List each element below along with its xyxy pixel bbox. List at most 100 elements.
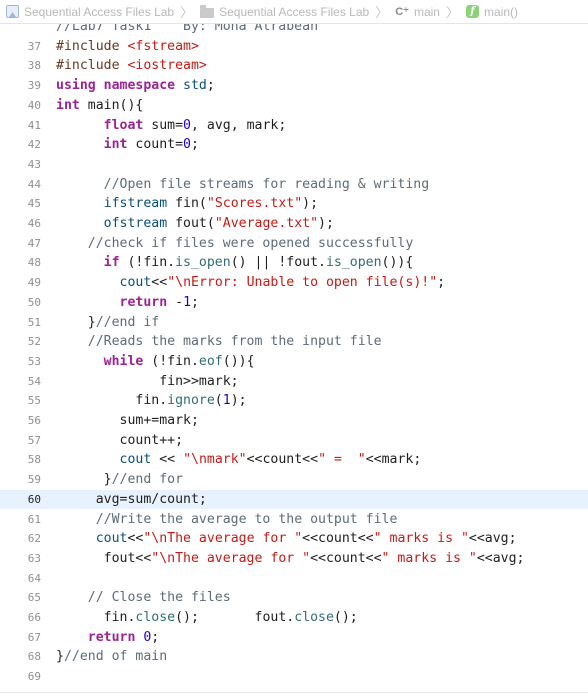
- code-line[interactable]: 47 //check if files were opened successf…: [0, 234, 588, 254]
- code-token: fin.: [56, 610, 136, 625]
- code-line[interactable]: 66 fin.close(); fout.close();: [0, 608, 588, 628]
- code-token: "Average.txt": [214, 216, 319, 231]
- breadcrumb-item-function[interactable]: f main(): [466, 5, 518, 19]
- code-line[interactable]: 39 using namespace std;: [0, 76, 588, 96]
- line-number: 65: [27, 591, 41, 605]
- code-token: using namespace: [56, 78, 184, 94]
- code-line[interactable]: 42 int count=0;: [0, 135, 588, 155]
- code-line[interactable]: 46 ofstream fout("Average.txt");: [0, 214, 588, 234]
- code-token: //end if: [95, 314, 160, 330]
- code-token: // Close the files: [87, 590, 231, 606]
- breadcrumb-item-project[interactable]: Sequential Access Files Lab: [6, 5, 174, 19]
- code-line[interactable]: 50 return -1;: [0, 293, 588, 313]
- code-line[interactable]: 64: [0, 569, 588, 589]
- line-number: 68: [27, 650, 41, 664]
- breadcrumb-item-file[interactable]: C⁺ main: [395, 5, 440, 19]
- code-token: cout: [119, 275, 152, 291]
- code-token: 0: [183, 117, 191, 133]
- code-line[interactable]: 61 //Write the average to the output fil…: [0, 510, 588, 530]
- chevron-right-icon: 〉: [375, 5, 389, 20]
- code-line[interactable]: 68}//end of main: [0, 647, 588, 667]
- code-line[interactable]: 43: [0, 155, 588, 175]
- code-token: ;: [191, 137, 199, 153]
- line-number: 62: [27, 532, 41, 546]
- code-line[interactable]: 53 while (!fin.eof()){: [0, 352, 588, 372]
- code-token: std: [183, 78, 207, 94]
- code-token: <<: [127, 531, 144, 547]
- code-text: cout<<"\nThe average for "<<count<<" mar…: [56, 529, 517, 549]
- code-token: , avg, mark;: [191, 117, 287, 133]
- code-token: <<count<<: [302, 531, 374, 547]
- code-token: return: [87, 629, 144, 645]
- code-line[interactable]: 67 return 0;: [0, 628, 588, 648]
- code-line[interactable]: 49 cout<<"\nError: Unable to open file(s…: [0, 273, 588, 293]
- code-line[interactable]: 59 }//end for: [0, 470, 588, 490]
- code-token: close: [294, 610, 334, 625]
- code-token: while: [103, 353, 152, 369]
- code-token: //Reads the marks from the input file: [87, 334, 382, 350]
- code-line[interactable]: 37 #include <fstream>: [0, 37, 588, 57]
- code-text: sum+=mark;: [56, 411, 199, 431]
- line-number: 55: [27, 394, 41, 408]
- code-line[interactable]: 65 // Close the files: [0, 588, 588, 608]
- line-number: 40: [27, 98, 41, 112]
- code-line[interactable]: 40 int main(){: [0, 96, 588, 116]
- code-text: // Close the files: [56, 588, 231, 608]
- line-number: 39: [27, 79, 41, 93]
- code-line[interactable]: 55 fin.ignore(1);: [0, 391, 588, 411]
- code-token: sum+=mark;: [56, 413, 199, 428]
- code-line[interactable]: 44 //Open file streams for reading & wri…: [0, 175, 588, 195]
- code-line[interactable]: 62 cout<<"\nThe average for "<<count<<" …: [0, 529, 588, 549]
- line-number: 56: [27, 414, 41, 427]
- code-token: fout(: [175, 216, 215, 231]
- code-token: return: [119, 294, 176, 310]
- code-line[interactable]: 52 //Reads the marks from the input file: [0, 332, 588, 352]
- code-token: 1: [183, 294, 192, 310]
- code-token: " marks is ": [381, 550, 477, 566]
- code-token: " = ": [318, 452, 366, 468]
- code-line[interactable]: 41 float sum=0, avg, mark;: [0, 116, 588, 136]
- code-text: ofstream fout("Average.txt");: [56, 214, 334, 234]
- code-line[interactable]: 56 sum+=mark;: [0, 411, 588, 431]
- code-token: sum=: [151, 117, 184, 133]
- breadcrumb-label: main: [413, 4, 440, 19]
- code-editor[interactable]: //Lab7 Task1 By: Mona Alrabeah 37 #include…: [0, 0, 588, 700]
- code-token: "\nError: Unable to open file(s)!": [167, 275, 438, 291]
- code-line[interactable]: 58 cout << "\nmark"<<count<<" = "<<mark;: [0, 450, 588, 470]
- code-token: ()){: [222, 353, 255, 369]
- code-token: eof: [198, 353, 223, 369]
- code-token: main(){: [87, 97, 144, 113]
- chevron-right-icon: 〉: [180, 5, 194, 20]
- code-token: ignore: [167, 393, 215, 409]
- breadcrumb-item-folder[interactable]: Sequential Access Files Lab: [200, 4, 369, 19]
- code-line[interactable]: 51 }//end if: [0, 313, 588, 333]
- code-token: <<avg;: [476, 550, 525, 566]
- code-line[interactable]: 69: [0, 667, 588, 687]
- code-text: fin>>mark;: [56, 372, 238, 392]
- code-token: ;: [191, 294, 199, 310]
- code-text: while (!fin.eof()){: [56, 352, 255, 372]
- code-token: fout<<: [56, 550, 152, 566]
- code-line[interactable]: 57 count++;: [0, 431, 588, 451]
- code-token: (!fin.: [127, 255, 176, 271]
- code-token: <<mark;: [365, 452, 422, 468]
- code-line[interactable]: 38 #include <iostream>: [0, 56, 588, 76]
- code-line[interactable]: 54 fin>>mark;: [0, 372, 588, 392]
- code-line[interactable]: 45 ifstream fin("Scores.txt");: [0, 194, 588, 214]
- code-line[interactable]: 60 avg=sum/count;: [0, 489, 588, 510]
- divider: [0, 692, 588, 693]
- line-number: 45: [27, 197, 41, 211]
- code-token: <<count<<: [246, 452, 319, 468]
- code-token: (!fin.: [151, 353, 199, 369]
- code-line[interactable]: 63 fout<<"\nThe average for "<<count<<" …: [0, 549, 588, 569]
- line-number: 69: [27, 670, 41, 684]
- code-token: );: [230, 393, 247, 409]
- code-token: if: [103, 255, 128, 271]
- code-line[interactable]: 48 if (!fin.is_open() || !fout.is_open()…: [0, 253, 588, 273]
- code-token: ();: [333, 610, 358, 625]
- code-text: ifstream fin("Scores.txt");: [56, 194, 318, 214]
